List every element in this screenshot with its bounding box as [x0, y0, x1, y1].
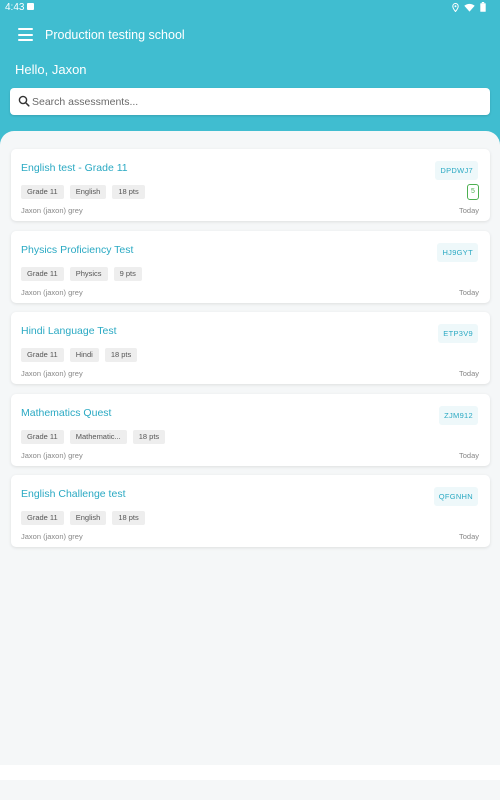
subject-chip: English	[69, 511, 107, 525]
assessment-card[interactable]: Mathematics Quest ZJM912 Grade 11 Mathem…	[11, 393, 490, 466]
subject-chip: Hindi	[69, 348, 99, 362]
subject-chip: Mathematic...	[69, 429, 127, 444]
points-chip: 18 pts	[132, 429, 166, 444]
assessment-tags: Grade 11 Hindi 18 pts	[21, 348, 138, 362]
wifi-icon	[464, 3, 475, 12]
assessment-author: Jaxon (jaxon) grey	[21, 532, 83, 541]
grade-chip: Grade 11	[21, 185, 64, 199]
status-time: 4:43	[5, 2, 25, 13]
assessment-tags: Grade 11 English 18 pts	[21, 511, 145, 525]
assessment-author: Jaxon (jaxon) grey	[21, 369, 83, 378]
assessment-date: Today	[458, 450, 479, 460]
points-chip: 18 pts	[112, 511, 145, 525]
assessment-title: Physics Proficiency Test	[21, 243, 134, 256]
assessment-tags: Grade 11 English 18 pts	[21, 185, 145, 199]
content-sheet: English test - Grade 11 DPDWJ7 Grade 11 …	[0, 131, 500, 765]
search-bar[interactable]	[10, 88, 490, 115]
assessment-date: Today	[458, 206, 479, 215]
greeting-text: Hello, Jaxon	[15, 62, 87, 77]
assessment-code: QFGNHN	[433, 487, 478, 506]
assessment-card[interactable]: Physics Proficiency Test HJ9GYT Grade 11…	[11, 230, 490, 303]
assessment-card[interactable]: Hindi Language Test ETP3V9 Grade 11 Hind…	[11, 312, 490, 384]
search-input[interactable]	[32, 88, 482, 115]
points-chip: 18 pts	[104, 348, 138, 362]
assessment-title: Hindi Language Test	[21, 325, 117, 337]
bottom-divider	[0, 765, 500, 780]
assessment-title: English test - Grade 11	[21, 162, 128, 174]
status-bar: 4:43	[0, 0, 500, 15]
assessment-tags: Grade 11 Mathematic... 18 pts	[21, 429, 166, 444]
assessment-tags: Grade 11 Physics 9 pts	[21, 266, 142, 281]
count-badge: 5	[467, 184, 479, 200]
location-icon	[452, 2, 459, 12]
assessment-title: English Challenge test	[21, 488, 126, 500]
subject-chip: Physics	[69, 266, 108, 281]
assessment-author: Jaxon (jaxon) grey	[21, 450, 83, 460]
assessment-title: Mathematics Quest	[21, 406, 112, 419]
status-icons	[452, 2, 486, 12]
subject-chip: English	[69, 185, 107, 199]
notification-icon	[27, 3, 34, 10]
assessment-code: ZJM912	[439, 405, 478, 425]
assessment-date: Today	[458, 287, 479, 297]
grade-chip: Grade 11	[21, 429, 64, 444]
grade-chip: Grade 11	[21, 266, 64, 281]
assessment-code: DPDWJ7	[435, 161, 478, 180]
grade-chip: Grade 11	[21, 511, 64, 525]
search-icon	[18, 95, 30, 107]
battery-icon	[480, 2, 486, 12]
assessment-card[interactable]: English test - Grade 11 DPDWJ7 Grade 11 …	[11, 149, 490, 221]
grade-chip: Grade 11	[21, 348, 64, 362]
navigation-bar	[0, 780, 500, 800]
toolbar: Production testing school	[0, 25, 500, 47]
assessment-author: Jaxon (jaxon) grey	[21, 206, 83, 215]
points-chip: 9 pts	[113, 266, 142, 281]
assessment-code: ETP3V9	[438, 324, 478, 343]
assessment-date: Today	[458, 369, 479, 378]
assessment-list: English test - Grade 11 DPDWJ7 Grade 11 …	[11, 149, 490, 557]
assessment-code: HJ9GYT	[437, 242, 478, 262]
assessment-date: Today	[458, 532, 479, 541]
assessment-card[interactable]: English Challenge test QFGNHN Grade 11 E…	[11, 475, 490, 547]
menu-icon[interactable]	[18, 28, 33, 41]
points-chip: 18 pts	[112, 185, 145, 199]
app-title: Production testing school	[45, 28, 185, 42]
app-header: 4:43 Production testing school Hello, Ja…	[0, 0, 500, 148]
assessment-author: Jaxon (jaxon) grey	[21, 287, 83, 297]
